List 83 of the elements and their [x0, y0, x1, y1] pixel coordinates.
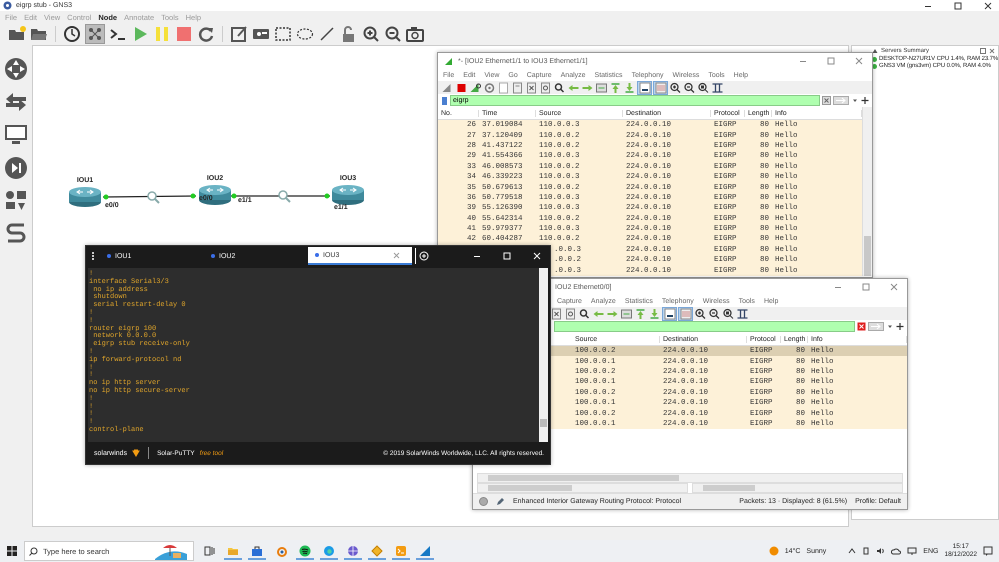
edit-icon[interactable] [496, 497, 505, 506]
resize-columns-icon[interactable] [736, 308, 749, 320]
taskbar-button[interactable] [296, 542, 314, 560]
diamond-icon[interactable] [371, 544, 383, 556]
flame-icon [132, 449, 140, 457]
link-line[interactable] [231, 195, 330, 197]
status-circle-icon[interactable] [479, 497, 488, 506]
link-line[interactable] [103, 195, 196, 198]
scrollbar[interactable] [477, 483, 688, 493]
zoom-out-icon[interactable] [708, 308, 721, 320]
zoom-in-icon[interactable] [669, 82, 682, 94]
skip-forward-icon[interactable] [4, 156, 28, 180]
magnifier-icon[interactable] [147, 191, 160, 204]
plus-icon[interactable] [896, 322, 904, 331]
add-tab-icon[interactable] [419, 251, 429, 261]
autoscroll-icon[interactable] [664, 308, 676, 320]
fin-icon [444, 56, 454, 66]
close-document-icon[interactable] [525, 82, 538, 94]
scrollbar[interactable] [539, 268, 548, 442]
bag-icon[interactable] [251, 544, 263, 556]
ring-icon[interactable] [275, 544, 287, 556]
scrollbar[interactable] [477, 473, 903, 483]
colorize-icon[interactable] [680, 308, 692, 320]
document-icon[interactable] [511, 82, 524, 94]
resize-columns-icon[interactable] [711, 82, 724, 94]
notification-icon[interactable] [983, 546, 993, 556]
plus-icon[interactable] [861, 96, 869, 105]
collapse-icon[interactable] [872, 48, 878, 54]
clear-icon[interactable] [822, 96, 831, 105]
reload-document-icon[interactable] [539, 82, 552, 94]
network-icon[interactable] [907, 547, 918, 555]
first-packet-icon[interactable] [634, 308, 647, 320]
filter-field[interactable] [554, 321, 855, 332]
go-to-packet-icon[interactable] [620, 308, 633, 320]
windows-logo-icon[interactable] [6, 545, 18, 557]
zoom-reset-icon[interactable] [722, 308, 735, 320]
note-icon[interactable] [230, 25, 248, 43]
search-icon[interactable] [578, 308, 591, 320]
speaker-icon[interactable] [876, 547, 886, 555]
clear-icon[interactable] [857, 322, 866, 331]
stop-icon[interactable] [455, 82, 468, 94]
scrollbar[interactable] [692, 483, 903, 493]
first-packet-icon[interactable] [609, 82, 622, 94]
arrows-icon[interactable] [4, 90, 28, 114]
autoscroll-icon[interactable] [638, 82, 650, 94]
cloud-icon[interactable] [891, 547, 902, 555]
rectangle-icon[interactable] [274, 25, 292, 43]
task-view-icon[interactable] [203, 544, 215, 556]
zoom-out-icon[interactable] [683, 82, 696, 94]
magnifier-icon[interactable] [278, 190, 291, 203]
sound-waves-icon[interactable] [299, 544, 311, 556]
float-icon[interactable] [980, 48, 986, 54]
reload-icon[interactable] [197, 25, 215, 43]
close-document-icon[interactable] [550, 308, 563, 320]
scrollbar[interactable] [862, 107, 872, 276]
close-icon[interactable] [983, 0, 993, 10]
compass-icon[interactable] [4, 57, 28, 81]
zoom-in-icon[interactable] [694, 308, 707, 320]
router-icon [198, 184, 232, 206]
search-icon[interactable] [553, 82, 566, 94]
swirl-icon[interactable] [323, 544, 335, 556]
sun-icon [768, 546, 779, 556]
pen-icon[interactable] [862, 547, 870, 555]
line-icon[interactable] [318, 25, 336, 43]
chevron-up-icon[interactable] [848, 547, 856, 555]
gear-icon[interactable] [483, 82, 496, 94]
go-to-packet-icon[interactable] [595, 82, 608, 94]
router-icon [68, 186, 102, 208]
zoom-reset-icon[interactable] [697, 82, 710, 94]
monitor-icon[interactable] [4, 123, 28, 147]
clock-icon[interactable] [63, 25, 81, 43]
search-icon [29, 546, 38, 556]
new-folder-icon[interactable] [8, 25, 26, 43]
zoom-out-icon[interactable] [384, 25, 402, 43]
zoom-in-icon[interactable] [362, 25, 380, 43]
colorize-icon[interactable] [654, 82, 666, 94]
globe-icon[interactable] [347, 544, 359, 556]
maximize-icon[interactable] [953, 0, 963, 10]
restart-icon[interactable] [469, 82, 482, 94]
camera-icon[interactable] [406, 25, 424, 43]
reload-document-icon[interactable] [564, 308, 577, 320]
bookmark-icon[interactable] [441, 96, 448, 106]
fin-icon[interactable] [419, 544, 431, 556]
